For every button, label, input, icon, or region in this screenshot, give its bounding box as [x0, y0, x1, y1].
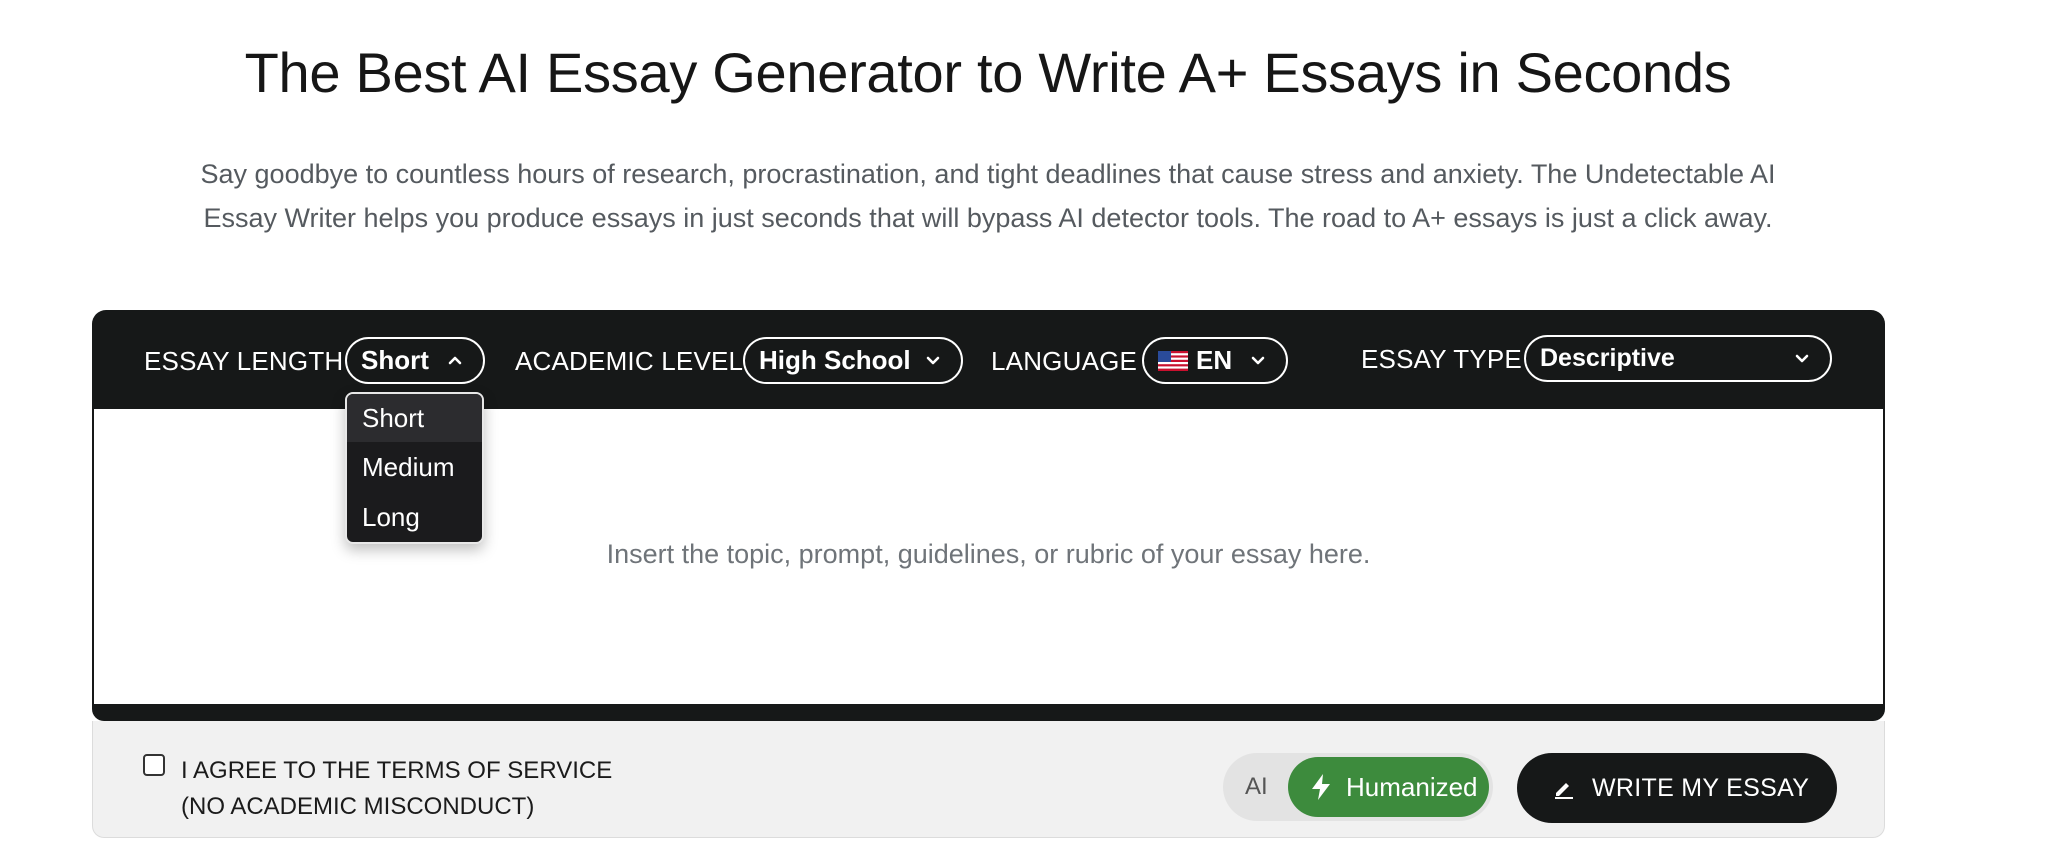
- chevron-up-icon: [448, 356, 462, 365]
- essay-length-option-short[interactable]: Short: [347, 394, 482, 442]
- terms-line-1: I AGREE TO THE TERMS OF SERVICE: [181, 757, 613, 784]
- terms-line-2: (NO ACADEMIC MISCONDUCT): [181, 793, 535, 820]
- academic-level-label: ACADEMIC LEVEL: [515, 346, 744, 376]
- mode-ai-option[interactable]: AI: [1245, 773, 1268, 801]
- mode-humanized-option[interactable]: Humanized: [1288, 757, 1489, 817]
- essay-length-dropdown: Short Medium Long: [345, 392, 484, 544]
- page-subtitle: Say goodbye to countless hours of resear…: [100, 152, 1876, 240]
- pencil-icon: [1555, 783, 1573, 799]
- language-label: LANGUAGE: [991, 346, 1138, 376]
- mode-humanized-label: Humanized: [1346, 771, 1478, 802]
- essay-length-value: Short: [361, 345, 429, 375]
- academic-level-select[interactable]: High School: [743, 337, 963, 384]
- subtitle-line-2: Essay Writer helps you produce essays in…: [203, 203, 1773, 233]
- terms-checkbox[interactable]: [143, 754, 165, 776]
- essay-type-label: ESSAY TYPE: [1361, 344, 1522, 374]
- language-value: EN: [1196, 345, 1233, 375]
- language-select[interactable]: EN: [1142, 337, 1288, 384]
- chevron-down-icon: [1251, 356, 1265, 365]
- essay-length-option-long[interactable]: Long: [347, 493, 482, 541]
- mode-toggle[interactable]: AI Humanized: [1223, 753, 1493, 821]
- subtitle-line-1: Say goodbye to countless hours of resear…: [200, 159, 1776, 189]
- card-footer: I AGREE TO THE TERMS OF SERVICE (NO ACAD…: [92, 721, 1885, 838]
- chevron-down-icon: [926, 356, 940, 365]
- essay-length-select[interactable]: Short: [345, 337, 485, 384]
- terms-label[interactable]: I AGREE TO THE TERMS OF SERVICE (NO ACAD…: [181, 753, 612, 825]
- chevron-down-icon: [1795, 354, 1809, 363]
- write-my-essay-button[interactable]: WRITE MY ESSAY: [1517, 753, 1837, 823]
- page-title: The Best AI Essay Generator to Write A+ …: [244, 41, 1732, 104]
- essay-length-label: ESSAY LENGTH: [144, 346, 344, 376]
- essay-length-option-medium[interactable]: Medium: [347, 443, 482, 491]
- essay-type-value: Descriptive: [1540, 344, 1675, 372]
- essay-type-select[interactable]: Descriptive: [1524, 335, 1832, 382]
- lightning-bolt-icon: [1312, 774, 1330, 800]
- us-flag-icon: [1158, 350, 1188, 371]
- write-my-essay-label: WRITE MY ESSAY: [1592, 773, 1810, 802]
- academic-level-value: High School: [759, 345, 911, 375]
- essay-generator-card: ESSAY LENGTH Short ACADEMIC LEVEL High S…: [92, 310, 1885, 838]
